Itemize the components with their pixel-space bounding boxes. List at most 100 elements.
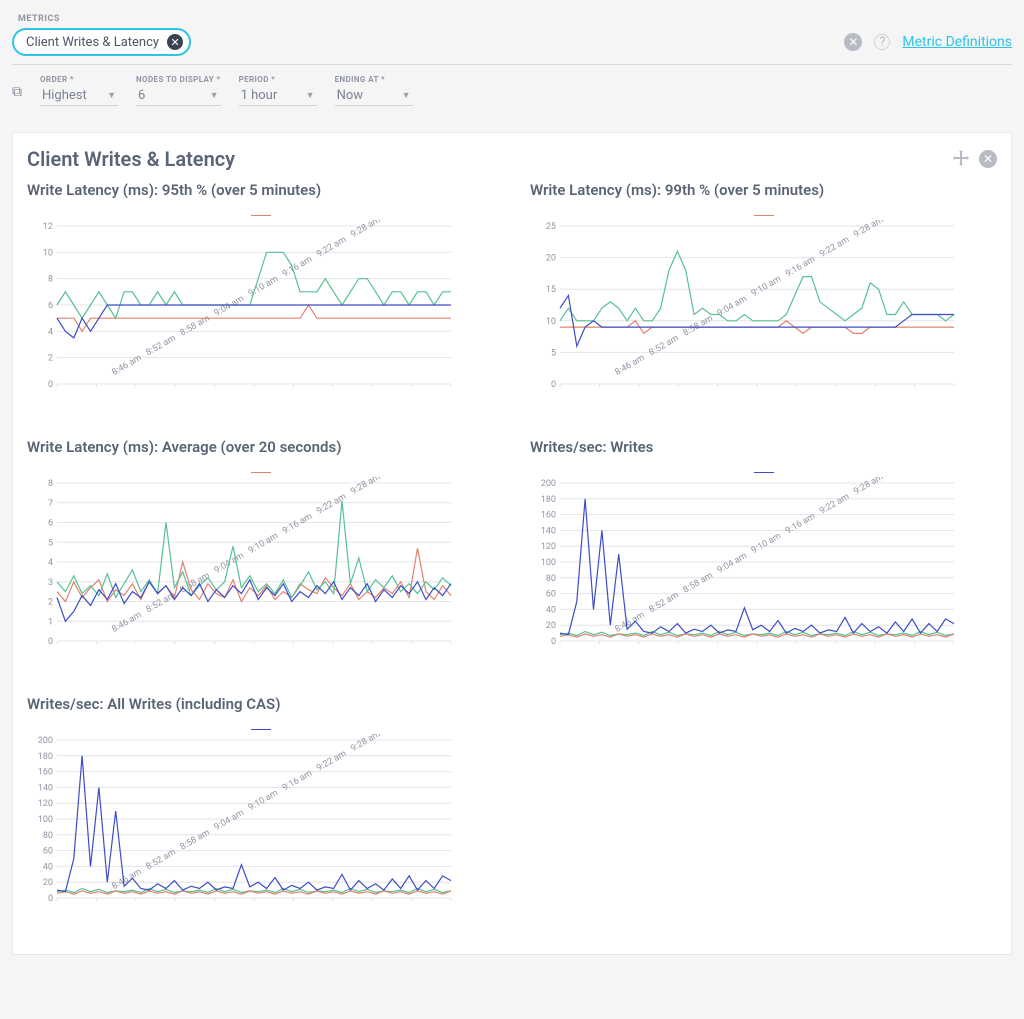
y-axis: 012345678 — [48, 479, 451, 647]
chart-avg: Write Latency (ms): Average (over 20 sec… — [27, 438, 494, 677]
control-order: ORDER * Highest ▼ — [40, 75, 118, 106]
chart-writes: Writes/sec: Writes0204060801001201401601… — [530, 438, 997, 677]
legend-dash-icon — [754, 215, 774, 216]
control-period-label: PERIOD * — [239, 75, 317, 84]
svg-text:5: 5 — [48, 538, 53, 548]
svg-text:9:22 am: 9:22 am — [818, 492, 851, 517]
svg-text:9:10 am: 9:10 am — [750, 274, 783, 299]
legend-dash-icon — [251, 472, 271, 473]
metric-chip[interactable]: Client Writes & Latency ✕ — [12, 28, 191, 56]
period-select[interactable]: 1 hour ▼ — [239, 86, 317, 106]
chart-svg: 0204060801001201401601802008:46 am8:52 a… — [530, 477, 960, 677]
svg-text:160: 160 — [541, 511, 556, 521]
series-node-a — [57, 548, 451, 601]
svg-text:25: 25 — [546, 222, 556, 232]
svg-text:9:04 am: 9:04 am — [716, 551, 749, 576]
svg-text:8:58 am: 8:58 am — [682, 314, 715, 339]
caret-down-icon: ▼ — [306, 90, 315, 101]
metric-definitions-link[interactable]: Metric Definitions — [902, 34, 1012, 50]
chart-p99: Write Latency (ms): 99th % (over 5 minut… — [530, 181, 997, 420]
help-icon[interactable]: ? — [874, 34, 890, 50]
y-axis: 020406080100120140160180200 — [541, 479, 954, 647]
caret-down-icon: ▼ — [210, 90, 219, 101]
x-axis: 8:46 am8:52 am8:58 am9:04 am9:10 am9:16 … — [57, 477, 457, 644]
chart-svg: 0123456788:46 am8:52 am8:58 am9:04 am9:1… — [27, 477, 457, 677]
svg-text:9:22 am: 9:22 am — [818, 235, 851, 260]
svg-text:9:28 am: 9:28 am — [852, 477, 885, 497]
svg-text:0: 0 — [48, 894, 53, 904]
x-axis: 8:46 am8:52 am8:58 am9:04 am9:10 am9:16 … — [560, 220, 960, 387]
svg-text:0: 0 — [48, 637, 53, 647]
svg-text:6: 6 — [48, 301, 53, 311]
svg-text:0: 0 — [48, 380, 53, 390]
control-order-label: ORDER * — [40, 75, 118, 84]
chart-body: 0204060801001201401601802008:46 am8:52 a… — [27, 729, 494, 934]
x-axis: 8:46 am8:52 am8:58 am9:04 am9:10 am9:16 … — [57, 220, 457, 387]
svg-text:80: 80 — [546, 574, 556, 584]
chip-remove-icon[interactable]: ✕ — [167, 34, 183, 50]
series-node-c — [560, 499, 954, 635]
svg-text:140: 140 — [541, 526, 556, 536]
svg-text:8:58 am: 8:58 am — [179, 314, 212, 339]
svg-text:2: 2 — [48, 354, 53, 364]
move-icon[interactable] — [953, 150, 969, 168]
svg-text:80: 80 — [43, 831, 53, 841]
chart-grid: Write Latency (ms): 95th % (over 5 minut… — [27, 181, 997, 934]
svg-text:1: 1 — [48, 617, 53, 627]
chart-title: Writes/sec: All Writes (including CAS) — [27, 695, 494, 713]
svg-text:3: 3 — [48, 578, 53, 588]
svg-text:9:22 am: 9:22 am — [315, 235, 348, 260]
order-value: Highest — [42, 88, 87, 103]
nodes-value: 6 — [138, 88, 145, 103]
svg-text:7: 7 — [48, 499, 53, 509]
svg-text:100: 100 — [38, 815, 53, 825]
svg-text:9:10 am: 9:10 am — [247, 274, 280, 299]
svg-text:5: 5 — [551, 348, 556, 358]
clear-icon[interactable]: ✕ — [844, 33, 862, 51]
svg-text:60: 60 — [546, 590, 556, 600]
order-select[interactable]: Highest ▼ — [40, 86, 118, 106]
svg-text:9:04 am: 9:04 am — [213, 294, 246, 319]
legend-dash-icon — [251, 729, 271, 730]
svg-text:9:28 am: 9:28 am — [852, 220, 885, 240]
svg-text:8:52 am: 8:52 am — [145, 333, 178, 358]
svg-text:9:16 am: 9:16 am — [281, 512, 314, 537]
series-node-b — [57, 252, 451, 318]
svg-text:8:46 am: 8:46 am — [110, 353, 143, 378]
y-axis: 024681012 — [43, 222, 451, 390]
series-node-c — [57, 580, 451, 622]
control-nodes-label: NODES TO DISPLAY * — [136, 75, 221, 84]
svg-text:9:10 am: 9:10 am — [247, 788, 280, 813]
chart-title: Write Latency (ms): Average (over 20 sec… — [27, 438, 494, 456]
metric-chip-label: Client Writes & Latency — [26, 35, 159, 50]
top-actions: ✕ ? Metric Definitions — [844, 33, 1012, 51]
svg-text:8:58 am: 8:58 am — [179, 828, 212, 853]
series-node-c — [57, 756, 451, 892]
y-axis: 0510152025 — [546, 222, 954, 390]
svg-text:9:28 am: 9:28 am — [349, 477, 382, 497]
copy-icon[interactable]: ⧉ — [12, 84, 22, 100]
svg-text:40: 40 — [43, 862, 53, 872]
y-axis: 020406080100120140160180200 — [38, 736, 451, 904]
panel-title: Client Writes & Latency — [27, 147, 235, 171]
svg-text:4: 4 — [48, 327, 53, 337]
chart-panel: Client Writes & Latency ✕ Write Latency … — [12, 132, 1012, 955]
svg-text:20: 20 — [43, 878, 53, 888]
svg-text:10: 10 — [43, 248, 53, 258]
chart-body: 0123456788:46 am8:52 am8:58 am9:04 am9:1… — [27, 472, 494, 677]
ending-select[interactable]: Now ▼ — [335, 86, 413, 106]
chart-svg: 05101520258:46 am8:52 am8:58 am9:04 am9:… — [530, 220, 960, 420]
svg-text:10: 10 — [546, 317, 556, 327]
chart-body: 0246810128:46 am8:52 am8:58 am9:04 am9:1… — [27, 215, 494, 420]
caret-down-icon: ▼ — [402, 90, 411, 101]
nodes-select[interactable]: 6 ▼ — [136, 86, 221, 106]
svg-text:8:58 am: 8:58 am — [682, 571, 715, 596]
svg-text:9:16 am: 9:16 am — [281, 255, 314, 280]
svg-text:15: 15 — [546, 285, 556, 295]
svg-text:0: 0 — [551, 637, 556, 647]
chart-body: 05101520258:46 am8:52 am8:58 am9:04 am9:… — [530, 215, 997, 420]
series-node-c — [57, 305, 451, 338]
chart-title: Write Latency (ms): 99th % (over 5 minut… — [530, 181, 997, 199]
panel-close-icon[interactable]: ✕ — [979, 150, 997, 168]
svg-text:9:16 am: 9:16 am — [784, 512, 817, 537]
